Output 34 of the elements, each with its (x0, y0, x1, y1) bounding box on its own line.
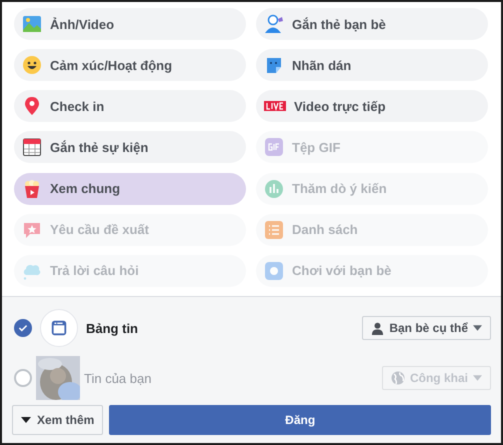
location-pin-icon (22, 96, 42, 116)
person-tag-icon (264, 14, 284, 34)
globe-icon (390, 371, 405, 385)
audience-dropdown[interactable]: Bạn bè cụ thể (362, 316, 491, 340)
caret-icon (21, 417, 31, 423)
list-icon (264, 220, 284, 240)
news-feed-icon (40, 309, 78, 347)
see-more-button[interactable]: Xem thêm (12, 405, 104, 435)
bar-chart-icon (264, 178, 284, 199)
caret-icon (473, 375, 482, 381)
popcorn-icon (22, 178, 42, 199)
checkbox[interactable] (14, 319, 32, 337)
gif-icon (264, 137, 284, 158)
game-icon (264, 260, 284, 281)
smiley-icon (22, 55, 42, 76)
checkbox[interactable] (14, 369, 32, 387)
option-button[interactable]: Ảnh/Video (14, 8, 246, 40)
option-button[interactable]: Check in (14, 90, 246, 122)
destination-label: Tin của bạn (84, 370, 152, 386)
live-icon (264, 99, 286, 114)
person-icon (371, 322, 384, 334)
sticker-icon (264, 55, 284, 76)
option-button[interactable]: Gắn thẻ sự kiện (14, 131, 246, 164)
option-button[interactable]: Video trực tiếp (256, 90, 488, 122)
post-button[interactable]: Đăng (109, 405, 491, 435)
photo-icon (22, 14, 42, 34)
option-button[interactable]: Nhãn dán (256, 49, 488, 82)
option-button[interactable]: Cảm xúc/Hoạt động (14, 49, 246, 82)
destination-label: Bảng tin (86, 320, 139, 336)
option-button[interactable]: Xem chung (14, 172, 246, 205)
option-button[interactable]: Gắn thẻ bạn bè (256, 8, 488, 40)
calendar-icon (22, 137, 42, 158)
checkmark-icon (17, 322, 29, 334)
caret-icon (473, 325, 482, 331)
